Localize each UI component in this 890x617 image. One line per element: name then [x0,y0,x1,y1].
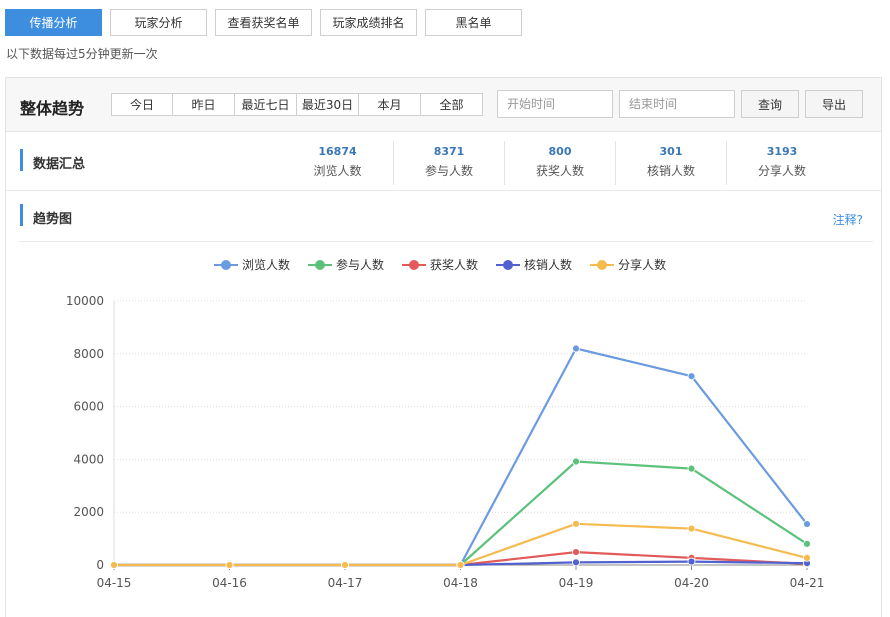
data-point [803,553,811,562]
data-point [572,519,580,528]
data-point [687,524,696,533]
data-point [572,344,580,353]
y-tick-label: 6000 [73,400,104,414]
data-point [803,520,811,528]
x-tick-label: 04-15 [97,576,132,590]
data-point [225,561,234,569]
trend-line-chart: 0 2000 4000 6000 8000 10000 04-15 04-16 04-17 04-… [66,294,825,590]
x-tick-label: 04-16 [212,576,247,590]
y-tick-label: 0 [96,558,104,572]
data-point [110,561,118,569]
x-tick-label: 04-20 [674,576,709,590]
data-point [687,372,696,381]
x-tick-label: 04-17 [328,576,363,590]
y-tick-label: 4000 [73,452,104,466]
y-tick-label: 2000 [73,505,104,519]
series-line [114,460,808,567]
y-tick-label: 10000 [66,294,104,308]
x-tick-label: 04-18 [443,576,478,590]
data-point [341,561,349,569]
data-point [456,561,465,569]
data-point [572,457,580,466]
data-point [572,548,580,556]
y-tick-label: 8000 [73,347,104,361]
data-point [572,558,580,567]
x-tick-label: 04-19 [559,576,594,590]
data-point [803,539,811,548]
data-point [687,464,696,473]
x-tick-label: 04-21 [790,576,825,590]
data-point [687,557,696,566]
